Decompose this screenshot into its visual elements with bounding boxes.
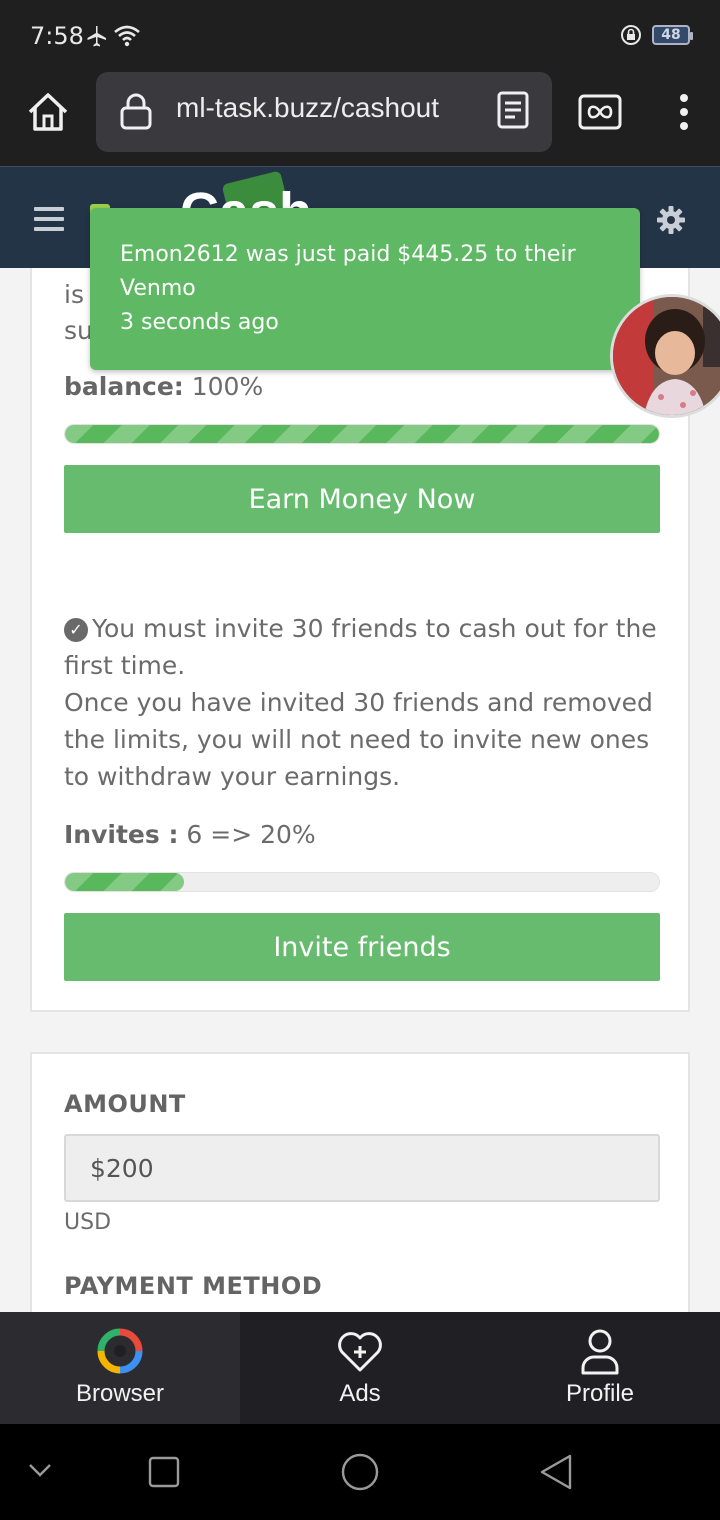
invites-progress-bar xyxy=(64,872,660,892)
partial-text-line: is xyxy=(64,280,84,309)
heart-plus-icon xyxy=(338,1332,382,1372)
status-bar: 7:58 48 xyxy=(0,0,720,76)
invites-progress-fill xyxy=(65,873,184,891)
bottom-navigation: Browser Ads Profile xyxy=(0,1312,720,1424)
person-icon xyxy=(581,1329,619,1375)
nav-profile-label: Profile xyxy=(565,1380,635,1407)
lock-icon xyxy=(120,93,152,130)
home-icon[interactable] xyxy=(26,90,70,134)
cashout-progress-card: is su balance: 100% Earn Money Now ✓ You … xyxy=(30,268,690,1012)
status-time: 7:58 xyxy=(30,22,84,50)
nav-ads-label: Ads xyxy=(339,1380,381,1407)
invites-row: Invites : 6 => 20% xyxy=(64,816,316,853)
cashout-form-card: AMOUNT $200 USD PAYMENT METHOD xyxy=(30,1052,690,1332)
check-circle-icon: ✓ xyxy=(64,618,88,642)
browser-logo-icon xyxy=(97,1328,143,1374)
payout-toast[interactable]: Emon2612 was just paid $445.25 to their … xyxy=(90,208,640,370)
battery-indicator: 48 xyxy=(652,25,693,45)
toast-time: 3 seconds ago xyxy=(120,310,279,335)
url-text[interactable]: ml-task.buzz/cashout xyxy=(176,92,476,124)
nav-browser-label: Browser xyxy=(75,1380,165,1407)
home-circle-icon[interactable] xyxy=(340,1452,380,1492)
earn-money-button[interactable]: Earn Money Now xyxy=(64,465,660,533)
amount-field[interactable]: $200 xyxy=(64,1134,660,1202)
balance-row: balance: 100% xyxy=(64,368,263,405)
wifi-icon xyxy=(114,25,140,47)
invites-label: Invites : xyxy=(64,820,179,849)
amount-label: AMOUNT xyxy=(64,1090,186,1118)
nav-profile[interactable]: Profile xyxy=(480,1312,720,1424)
balance-progress-fill xyxy=(65,425,659,443)
toast-message: Emon2612 was just paid $445.25 to their … xyxy=(120,242,576,301)
hamburger-menu-icon[interactable] xyxy=(34,207,64,237)
nav-browser[interactable]: Browser xyxy=(0,1312,240,1424)
more-menu-icon[interactable] xyxy=(676,92,692,132)
back-triangle-icon[interactable] xyxy=(538,1454,574,1490)
infinity-tabs-icon[interactable] xyxy=(578,94,622,130)
address-bar[interactable]: ml-task.buzz/cashout xyxy=(96,72,552,152)
balance-label: balance: xyxy=(64,372,184,401)
invites-value: 6 => 20% xyxy=(186,820,316,849)
reader-mode-icon[interactable] xyxy=(496,90,530,130)
payment-method-label: PAYMENT METHOD xyxy=(64,1272,323,1300)
balance-progress-bar xyxy=(64,424,660,444)
chevron-down-icon[interactable] xyxy=(28,1462,52,1478)
airplane-icon xyxy=(87,26,106,47)
invite-notice: ✓ You must invite 30 friends to cash out … xyxy=(64,610,664,795)
system-navigation-bar xyxy=(0,1424,720,1520)
currency-label: USD xyxy=(64,1210,112,1235)
invite-friends-button[interactable]: Invite friends xyxy=(64,913,660,981)
gear-icon[interactable] xyxy=(656,205,686,235)
browser-toolbar: ml-task.buzz/cashout xyxy=(0,72,720,166)
notice-line-1: You must invite 30 friends to cash out f… xyxy=(64,614,657,680)
notice-line-2: Once you have invited 30 friends and rem… xyxy=(64,688,653,791)
recent-apps-icon[interactable] xyxy=(148,1456,180,1488)
rotation-lock-icon xyxy=(621,25,641,45)
nav-ads[interactable]: Ads xyxy=(240,1312,480,1424)
partial-text-line: su xyxy=(64,316,93,345)
balance-value: 100% xyxy=(191,372,264,401)
